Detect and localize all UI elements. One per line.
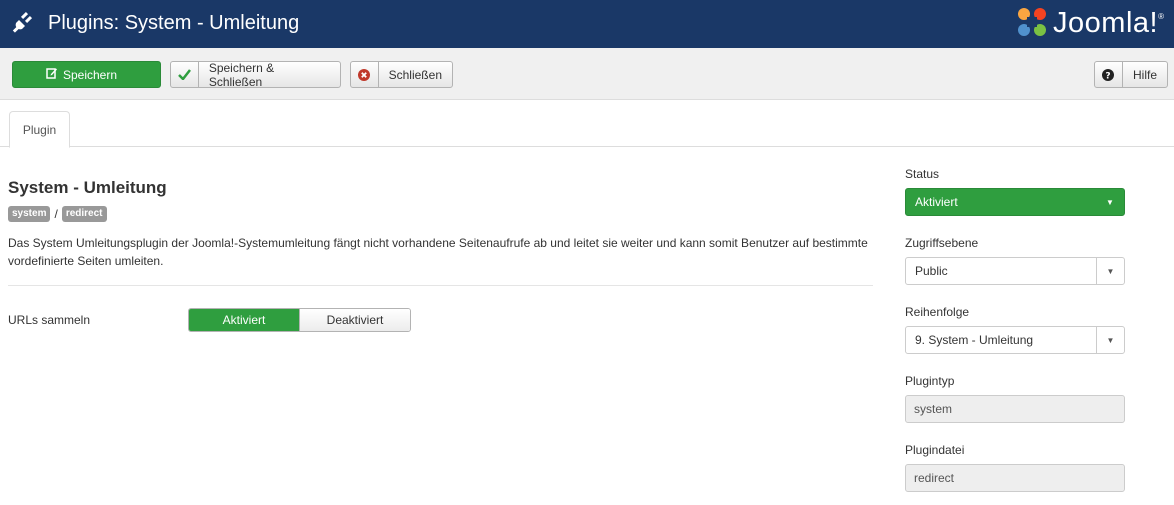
header-bar: Plugins: System - Umleitung Joomla! ®: [0, 0, 1174, 48]
save-button-label: Speichern: [62, 67, 118, 82]
help-button-label: Hilfe: [1132, 67, 1157, 82]
order-select-value: 9. System - Umleitung: [915, 333, 1034, 347]
close-button-label: Schließen: [388, 67, 442, 82]
question-circle-icon: ?: [1095, 62, 1123, 87]
caret-down-icon: ▼: [1096, 258, 1124, 284]
caret-down-icon: ▼: [1106, 197, 1114, 207]
order-label: Reihenfolge: [905, 305, 970, 319]
plugin-type-field: system: [905, 395, 1125, 423]
save-close-button-label: Speichern & Schließen: [208, 60, 275, 89]
element-badge: redirect: [61, 206, 107, 222]
status-label: Status: [905, 167, 940, 181]
plugin-type-label: Plugintyp: [905, 374, 955, 388]
caret-down-icon: ▼: [1096, 327, 1124, 353]
svg-text:?: ?: [1106, 71, 1111, 81]
urls-collect-disabled-option[interactable]: Deaktiviert: [299, 309, 410, 331]
save-button[interactable]: Speichern: [12, 61, 161, 88]
registered-mark: ®: [1158, 12, 1164, 21]
plugin-file-label: Plugindatei: [905, 443, 965, 457]
urls-collect-toggle: Aktiviert Deaktiviert: [188, 308, 411, 332]
access-select-value: Public: [915, 264, 948, 278]
save-close-button[interactable]: Speichern & Schließen: [170, 60, 341, 89]
plugin-title: System - Umleitung: [8, 178, 167, 197]
urls-collect-label: URLs sammeln: [8, 313, 91, 327]
joomla-logo-icon: [1015, 5, 1049, 42]
status-select[interactable]: Aktiviert ▼: [905, 188, 1125, 216]
tag-separator: /: [54, 207, 58, 221]
order-select[interactable]: 9. System - Umleitung ▼: [905, 326, 1125, 354]
joomla-logo[interactable]: Joomla! ®: [1015, 6, 1164, 40]
close-button[interactable]: Schließen: [350, 61, 453, 88]
plugin-description: Das System Umleitungsplugin der Joomla!-…: [8, 236, 868, 268]
plug-icon: [12, 11, 34, 33]
edit-icon: [46, 67, 58, 82]
joomla-logo-text: Joomla!: [1053, 7, 1159, 39]
urls-collect-enabled-option[interactable]: Aktiviert: [189, 309, 299, 331]
access-select[interactable]: Public ▼: [905, 257, 1125, 285]
toolbar: Speichern Speichern & Schließen Schließe…: [0, 48, 1174, 100]
status-select-value: Aktiviert: [915, 195, 958, 209]
plugin-file-field: redirect: [905, 464, 1125, 492]
divider: [8, 285, 873, 286]
page-title: Plugins: System - Umleitung: [48, 12, 300, 34]
tab-plugin[interactable]: Plugin: [9, 111, 70, 148]
close-circle-icon: [351, 62, 379, 87]
access-label: Zugriffsebene: [905, 236, 979, 250]
folder-badge: system: [8, 206, 51, 222]
help-button[interactable]: ? Hilfe: [1094, 61, 1168, 88]
tab-bar: Plugin: [0, 111, 1174, 148]
check-icon: [171, 62, 199, 87]
plugin-tags: system / redirect: [8, 206, 107, 222]
